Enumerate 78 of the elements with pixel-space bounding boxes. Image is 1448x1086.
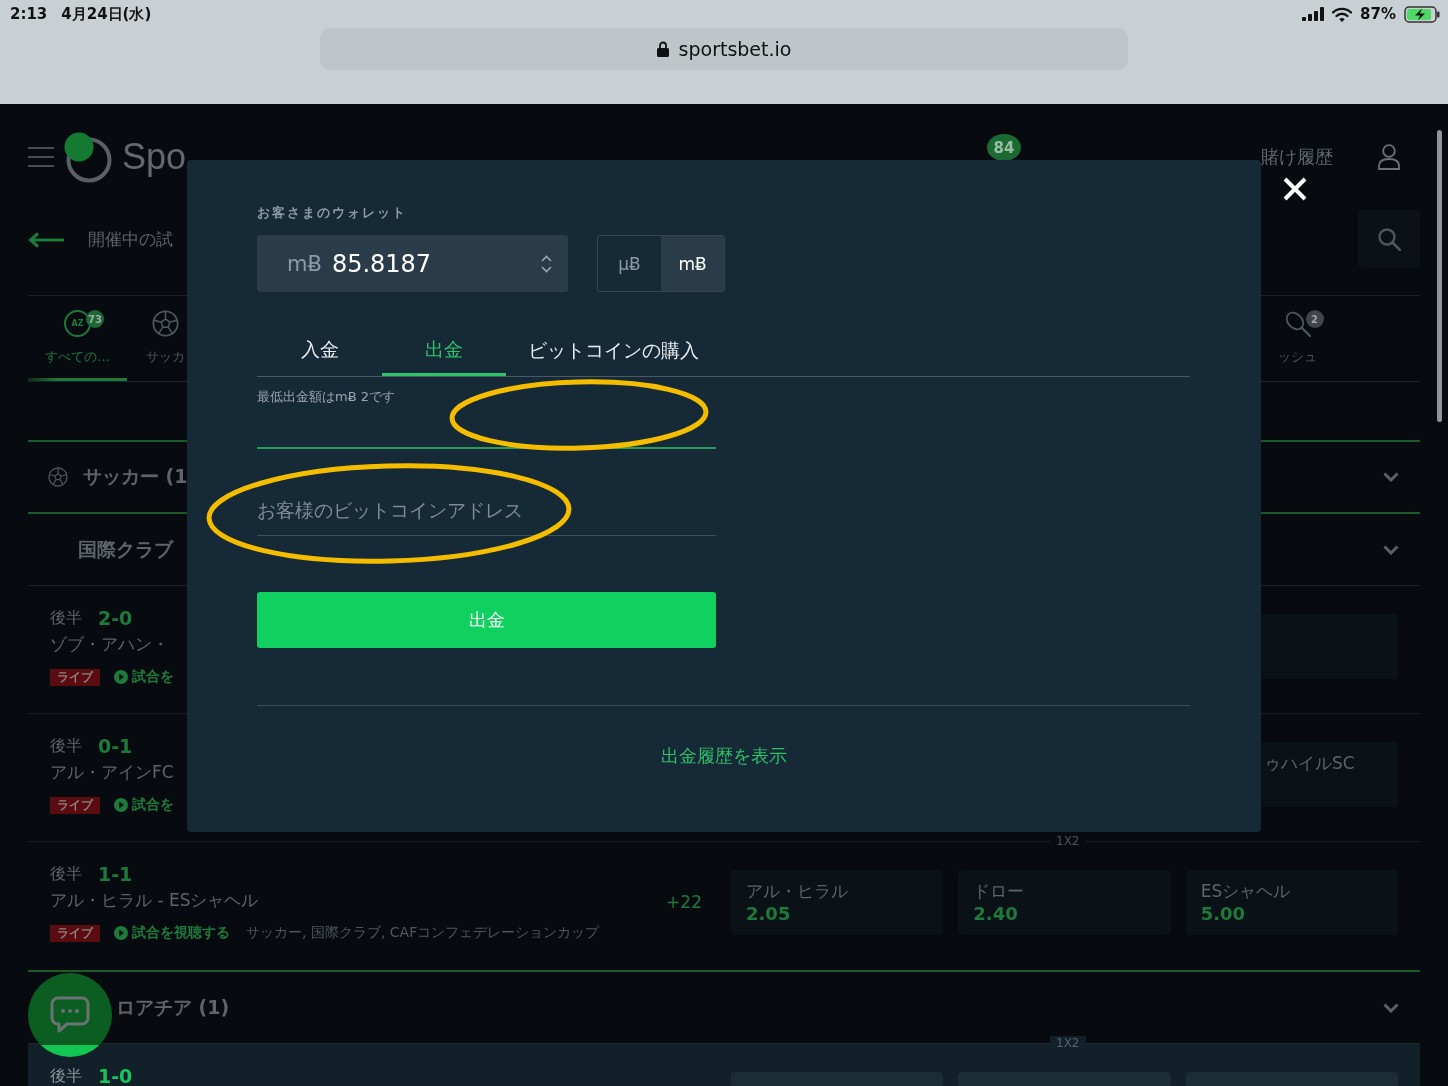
odds-button[interactable]: ゥハイルSC [1262,742,1398,807]
match-period: 後半 [50,863,82,885]
menu-icon [28,147,54,167]
bet-history-link[interactable]: 賭け履歴 [1261,145,1333,169]
back-button[interactable] [28,232,64,248]
url-text: sportsbet.io [678,38,792,60]
chevron-down-icon [1383,1002,1399,1013]
unit-option[interactable]: µɃ [598,236,661,291]
count-badge: 2 [1305,310,1324,328]
tab[interactable]: 出金 [382,325,506,376]
logo-icon [64,131,113,183]
address-field[interactable]: お客様のビットコインアドレス [257,484,716,536]
chevron-down-icon [1383,472,1399,482]
tab[interactable]: 入金 [257,325,382,376]
odds-button[interactable]: アル・ヒラル 2.05 [731,870,944,935]
menu-button[interactable] [28,147,54,167]
account-button[interactable] [1378,144,1400,170]
match-teams: アル・ヒラル - ESシャヘル [50,888,259,912]
match-teams: ゾブ・アハン・ [50,632,169,656]
play-icon [114,798,128,812]
play-icon [114,926,128,940]
watch-link[interactable]: 試合を視聴する [114,924,230,942]
section-title: ロアチア (1) [116,994,230,1020]
signal-icon [1302,7,1325,21]
racket-icon [1283,310,1311,337]
match-period: 後半 [50,735,82,757]
search-button[interactable] [1358,210,1420,268]
sport-tab[interactable]: AZ 73 すべての... [28,296,127,381]
tab[interactable]: ビットコインの購入 [506,325,721,376]
live-tag: ライブ [50,924,100,942]
match-score: 1-0 [98,1065,133,1086]
wallet-select[interactable]: mɃ 85.8187 [257,235,568,292]
chevron-down-icon [1383,544,1399,555]
user-icon [1378,144,1400,170]
competition-tags: サッカー, 国際クラブ, CAFコンフェデレーションカップ [246,924,600,942]
match-period: 後半 [50,607,82,629]
competition-title: 国際クラブ [78,536,173,562]
lock-icon [656,41,669,57]
close-icon [1283,177,1307,201]
status-date: 4月24日(水) [61,4,152,24]
wifi-icon [1332,6,1353,22]
match-teams: アル・アインFC [50,760,174,784]
live-tag: ライブ [50,796,100,814]
wallet-label: お客さまのウォレット [257,205,407,221]
sport-tab[interactable]: サッカ [127,296,203,381]
arrow-left-icon [28,232,64,248]
match-score: 2-0 [98,607,133,629]
chat-icon [50,996,90,1034]
section-title: サッカー (1 [83,464,188,489]
battery-percent: 87% [1360,5,1396,23]
close-button[interactable] [1283,177,1307,201]
match-score: 0-1 [98,735,133,757]
battery-charging-icon [1404,5,1440,23]
search-icon [1377,227,1401,251]
watch-link[interactable]: 試合を [114,796,174,814]
chevron-up-down-icon [541,254,552,273]
notification-badge: 84 [987,134,1021,161]
live-tag: ライブ [50,668,100,686]
scrollbar-thumb[interactable] [1437,130,1442,422]
page-title: 開催中の試 [88,228,173,251]
more-markets-link[interactable]: +22 [666,892,702,912]
match-period: 後半 [50,1065,82,1086]
soccer-ball-icon [151,310,179,337]
withdrawal-history-link[interactable]: 出金履歴を表示 [660,746,787,766]
watch-link[interactable]: 試合を [114,668,174,686]
minimum-amount-note: 最低出金額はmɃ 2です [257,389,395,405]
sport-tab[interactable]: 2 ッシュ [1264,296,1330,381]
unit-option[interactable]: mɃ [661,236,724,291]
play-icon [114,670,128,684]
address-bar[interactable]: sportsbet.io [320,28,1128,70]
logo-text: Spo [122,136,187,178]
count-badge: 73 [86,310,104,328]
withdraw-button[interactable]: 出金 [257,592,716,648]
odds-button[interactable]: ドロー 2.40 [958,870,1171,935]
odds-button[interactable]: ESシャヘル 5.00 [1185,870,1398,935]
soccer-ball-icon [48,467,68,487]
match-score: 1-1 [98,863,133,885]
status-time: 2:13 [10,5,48,23]
